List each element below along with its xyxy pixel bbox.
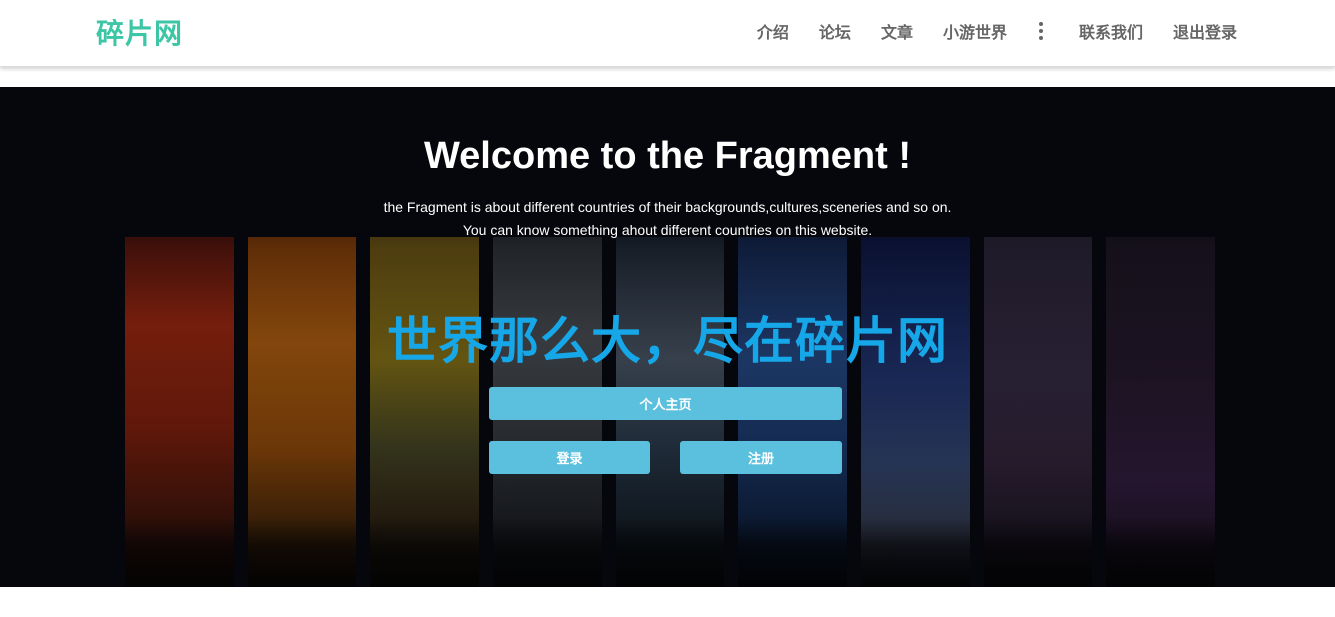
hero-subtitle-line-2: You can know something ahout different c… bbox=[462, 222, 873, 238]
background-strip bbox=[861, 237, 970, 587]
nav-item-articles[interactable]: 文章 bbox=[881, 19, 913, 43]
background-strip bbox=[370, 237, 480, 587]
nav-item-intro[interactable]: 介绍 bbox=[757, 19, 789, 43]
background-strip bbox=[983, 237, 1093, 587]
nav-item-forum[interactable]: 论坛 bbox=[819, 19, 851, 43]
background-strip bbox=[125, 237, 234, 587]
brand-logo[interactable]: 碎片网 bbox=[96, 12, 183, 52]
hero-banner: Welcome to the Fragment ! the Fragment i… bbox=[0, 87, 1335, 587]
personal-homepage-button[interactable]: 个人主页 bbox=[489, 387, 842, 420]
hero-slogan: 世界那么大，尽在碎片网 bbox=[387, 312, 948, 370]
nav-item-contact-us[interactable]: 联系我们 bbox=[1079, 19, 1143, 43]
background-strip bbox=[247, 237, 357, 587]
login-button[interactable]: 登录 bbox=[489, 441, 650, 474]
background-strip bbox=[1106, 237, 1216, 587]
register-button[interactable]: 注册 bbox=[680, 441, 842, 474]
kebab-dot bbox=[1038, 22, 1043, 26]
hero-subtitle-line-1: the Fragment is about different countrie… bbox=[383, 199, 952, 215]
nav-item-mini-games[interactable]: 小游世界 bbox=[943, 19, 1007, 43]
top-navbar: 碎片网 介绍 论坛 文章 小游世界 联系我们 退出登录 bbox=[0, 0, 1335, 67]
main-nav: 介绍 论坛 文章 小游世界 联系我们 退出登录 bbox=[757, 0, 1237, 62]
kebab-dot bbox=[1038, 29, 1043, 33]
kebab-dot bbox=[1038, 36, 1043, 40]
kebab-vertical-icon[interactable] bbox=[1038, 22, 1043, 40]
hero-title: Welcome to the Fragment ! bbox=[423, 135, 912, 177]
nav-item-logout[interactable]: 退出登录 bbox=[1173, 19, 1237, 43]
